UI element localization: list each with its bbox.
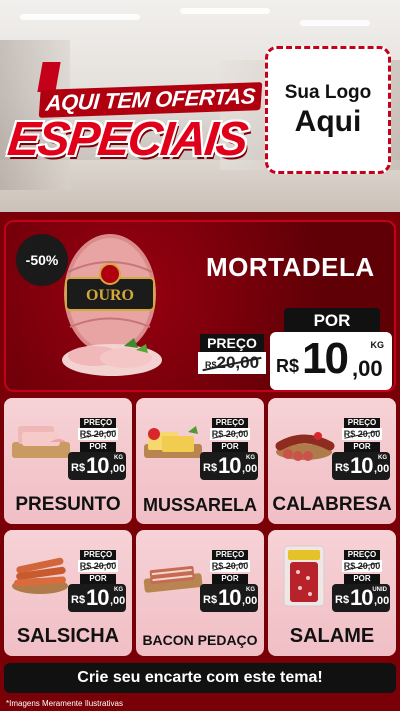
price-unit: KG [114, 587, 123, 593]
old-price: R$ 20,00 [342, 428, 382, 440]
new-price: R$ 10 ,00 KG [270, 332, 392, 390]
brand-label: OURO [86, 287, 134, 304]
new-price-dec: ,00 [352, 356, 383, 381]
price-label: PREÇO [212, 550, 248, 560]
product-card-presunto[interactable]: PREÇO R$ 20,00 POR R$ 10 ,00 KG PRESUNTO [4, 398, 132, 524]
price-label: PREÇO [212, 418, 248, 428]
price-unit: KG [114, 455, 123, 461]
calabresa-image [275, 432, 335, 461]
disclaimer: *Imagens Meramente Ilustrativas [6, 699, 123, 708]
new-price: R$ 10 ,00 KG [332, 452, 390, 480]
por-label: POR [344, 442, 380, 452]
price-dec: ,00 [374, 463, 390, 475]
ceiling-light [180, 8, 270, 14]
por-label: POR [80, 442, 116, 452]
new-price: R$ 10 ,00 KG [200, 584, 258, 612]
flyer-page: AQUI TEM OFERTAS ESPECIAIS Sua Logo Aqui… [0, 0, 400, 711]
por-label: POR [80, 574, 116, 584]
price-int: 10 [350, 585, 374, 610]
featured-product-name: MORTADELA [206, 252, 375, 282]
ceiling-light [300, 20, 370, 26]
price-block: PREÇO R$ 20,00 POR R$ 10 ,00 KG [68, 550, 126, 618]
por-label: POR [212, 574, 248, 584]
old-price: R$ 20,00 [210, 428, 250, 440]
price-label: PREÇO [344, 418, 380, 428]
price-label: PREÇO [344, 550, 380, 560]
new-price-currency: R$ [276, 356, 300, 376]
old-price: R$ 20,00 [78, 560, 118, 572]
hero-banner: AQUI TEM OFERTAS ESPECIAIS Sua Logo Aqui [0, 0, 400, 212]
logo-placeholder[interactable]: Sua Logo Aqui [265, 46, 391, 174]
product-card-calabresa[interactable]: PREÇO R$ 20,00 POR R$ 10 ,00 KG CALABRES… [268, 398, 396, 524]
price-dec: ,00 [110, 595, 126, 607]
por-label: POR [344, 574, 380, 584]
price-unit: KG [378, 455, 387, 461]
currency: R$ [203, 462, 218, 474]
ceiling-light [20, 14, 140, 20]
product-name: SALAME [289, 625, 375, 647]
price-block: PREÇO R$ 20,00 POR R$ 10 ,00 KG [200, 550, 258, 618]
por-label: POR [212, 442, 248, 452]
price-int: 10 [86, 585, 110, 610]
featured-product-card[interactable]: OURO -50% MORTADELA PREÇO R$20,00 POR R$… [4, 220, 396, 392]
price-dec: ,00 [374, 595, 390, 607]
old-price: R$20,00 [198, 352, 266, 374]
promo-title: ESPECIAIS [5, 113, 249, 166]
mortadela-image: OURO [62, 234, 162, 376]
price-block: PREÇO R$ 20,00 POR R$ 10 ,00 KG [332, 418, 390, 486]
currency: R$ [203, 594, 218, 606]
new-price: R$ 10 ,00 KG [200, 452, 258, 480]
price-label: PREÇO [80, 418, 116, 428]
salsicha-image [12, 557, 68, 594]
currency: R$ [71, 462, 86, 474]
price-int: 10 [218, 453, 242, 478]
product-card-salsicha[interactable]: PREÇO R$ 20,00 POR R$ 10 ,00 KG SALSICHA [4, 530, 132, 656]
price-int: 10 [86, 453, 110, 478]
product-card-mussarela[interactable]: PREÇO R$ 20,00 POR R$ 10 ,00 KG MUSSAREL… [136, 398, 264, 524]
price-dec: ,00 [110, 463, 126, 475]
currency: R$ [335, 462, 350, 474]
product-name: BACON PEDAÇO [142, 632, 258, 648]
new-price-int: 10 [302, 334, 349, 383]
price-block: PREÇO R$ 20,00 POR R$ 10 ,00 KG [68, 418, 126, 486]
logo-line-1: Sua Logo [284, 82, 372, 103]
logo-line-2: Aqui [294, 105, 362, 138]
price-int: 10 [218, 585, 242, 610]
price-dec: ,00 [242, 595, 258, 607]
old-price: R$ 20,00 [342, 560, 382, 572]
presunto-image [12, 426, 70, 458]
new-price: R$ 10 ,00 UNID [332, 584, 390, 612]
salame-image [283, 545, 325, 607]
product-name: SALSICHA [16, 625, 120, 647]
mussarela-image [144, 426, 202, 458]
product-card-salame[interactable]: PREÇO R$ 20,00 POR R$ 10 ,00 UNID SALAME [268, 530, 396, 656]
product-name: PRESUNTO [15, 494, 121, 515]
cta-button[interactable]: Crie seu encarte com este tema! [4, 663, 396, 693]
new-price: R$ 10 ,00 KG [68, 452, 126, 480]
price-label: PREÇO [80, 550, 116, 560]
product-name: CALABRESA [272, 494, 392, 515]
discount-badge: -50% [16, 234, 68, 286]
product-name: MUSSARELA [142, 495, 257, 515]
featured-price-block: PREÇO R$20,00 POR R$ 10 ,00 KG [198, 308, 394, 390]
price-dec: ,00 [242, 463, 258, 475]
product-card-bacon[interactable]: PREÇO R$ 20,00 POR R$ 10 ,00 KG BACON PE… [136, 530, 264, 656]
por-label: POR [284, 308, 380, 334]
price-unit: KG [246, 587, 255, 593]
new-price-unit: KG [370, 340, 385, 350]
price-int: 10 [350, 453, 374, 478]
price-unit: KG [246, 455, 255, 461]
old-price: R$ 20,00 [210, 560, 250, 572]
currency: R$ [71, 594, 86, 606]
new-price: R$ 10 ,00 KG [68, 584, 126, 612]
price-block: PREÇO R$ 20,00 POR R$ 10 ,00 KG [200, 418, 258, 486]
price-label: PREÇO [200, 334, 264, 352]
price-unit: UNID [372, 587, 387, 593]
bacon-image [143, 565, 203, 593]
currency: R$ [335, 594, 350, 606]
price-block: PREÇO R$ 20,00 POR R$ 10 ,00 UNID [332, 550, 390, 618]
old-price: R$ 20,00 [78, 428, 118, 440]
